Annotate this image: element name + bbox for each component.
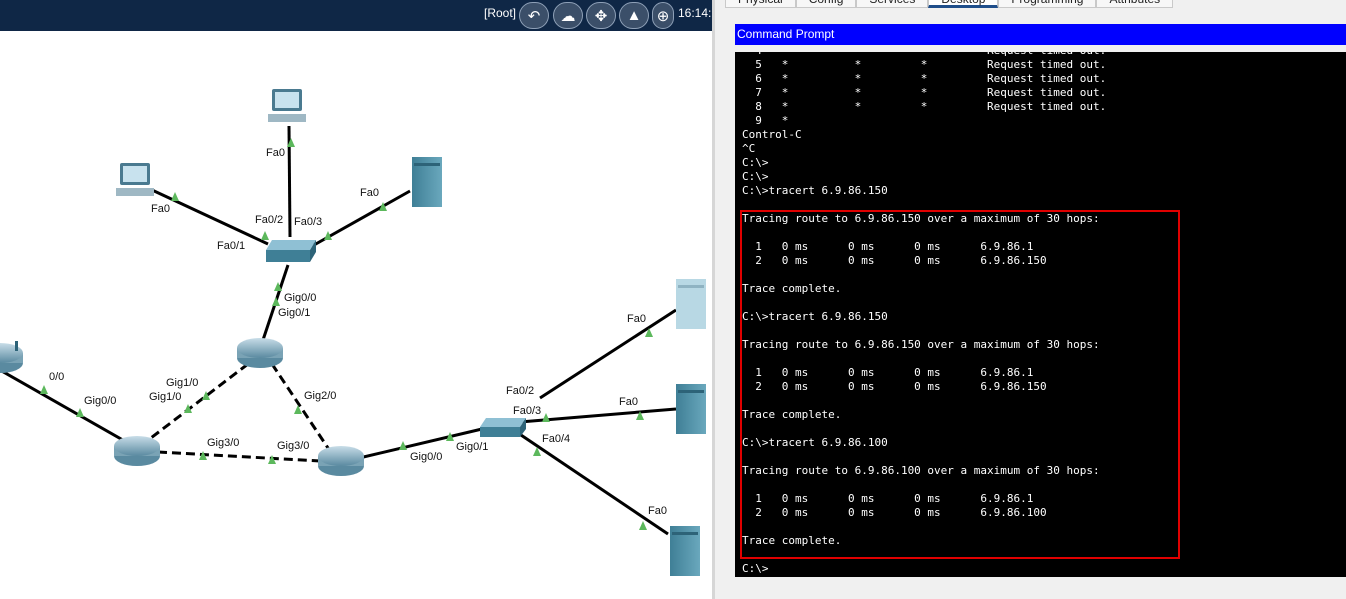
console-line: C:\>tracert 6.9.86.150	[742, 184, 888, 197]
console-line: Trace complete.	[742, 282, 842, 295]
switch-2-icon[interactable]	[478, 415, 528, 441]
port-label: Fa0	[151, 203, 170, 215]
router-left-partial-icon[interactable]	[0, 341, 25, 377]
port-label: Gig0/1	[456, 441, 489, 453]
clock-display: 16:14:	[678, 6, 712, 20]
console-line: 1 0 ms 0 ms 0 ms 6.9.86.1	[742, 240, 1034, 253]
port-label: Fa0/1	[217, 240, 246, 252]
device-tabs: Physical Config Services Desktop Program…	[725, 0, 1174, 8]
port-label: Gig2/0	[304, 390, 337, 402]
console-line: Tracing route to 6.9.86.150 over a maxim…	[742, 338, 1100, 351]
port-label: Fa0	[266, 147, 285, 159]
console-line: 1 0 ms 0 ms 0 ms 6.9.86.1	[742, 492, 1034, 505]
router-1-icon[interactable]	[235, 336, 285, 370]
console-line: 9 *	[742, 114, 789, 127]
command-prompt-title: Command Prompt	[735, 24, 1346, 45]
port-label: Gig0/0	[284, 292, 317, 304]
port-label: Gig3/0	[277, 440, 310, 452]
pc-left-icon[interactable]	[116, 161, 156, 199]
port-label: Fa0	[619, 396, 638, 408]
console-line: C:\>	[742, 170, 769, 183]
port-label: Fa0	[627, 313, 646, 325]
router-3-icon[interactable]	[112, 434, 162, 468]
port-label: Gig0/1	[278, 307, 311, 319]
console-line: 2 0 ms 0 ms 0 ms 6.9.86.150	[742, 254, 1047, 267]
tab-physical[interactable]: Physical	[725, 0, 796, 8]
console-line: 5 * * * Request timed out.	[742, 58, 1107, 71]
tab-attributes[interactable]: Attributes	[1096, 0, 1174, 8]
console-line: 6 * * * Request timed out.	[742, 72, 1107, 85]
server-right-1-icon[interactable]	[674, 277, 708, 331]
move-icon[interactable]: ✥	[586, 2, 616, 29]
switch-1-icon[interactable]	[264, 236, 318, 266]
port-label: Gig1/0	[166, 377, 199, 389]
cloud-add-icon[interactable]: ☁	[553, 2, 583, 29]
port-label: Fa0/3	[513, 405, 542, 417]
port-label: Gig0/0	[410, 451, 443, 463]
server-right-2-icon[interactable]	[674, 382, 708, 436]
port-label: Fa0/2	[255, 214, 284, 226]
tab-config[interactable]: Config	[795, 0, 857, 8]
console-line: C:\>	[742, 562, 769, 575]
tab-programming[interactable]: Programming	[998, 0, 1097, 8]
server-top-icon[interactable]	[410, 155, 444, 209]
command-prompt-output[interactable]: 4 * * * Request timed out. 5 * * * Reque…	[735, 52, 1346, 577]
console-line: Tracing route to 6.9.86.100 over a maxim…	[742, 464, 1100, 477]
port-label: Fa0	[360, 187, 379, 199]
port-label: Gig0/0	[84, 395, 117, 407]
server-right-3-icon[interactable]	[668, 524, 702, 578]
topology-links	[0, 125, 677, 536]
landscape-icon[interactable]: ▲	[619, 2, 649, 29]
console-line: 8 * * * Request timed out.	[742, 100, 1107, 113]
port-label: Fa0	[648, 505, 667, 517]
tab-services[interactable]: Services	[856, 0, 929, 8]
back-arrow-icon[interactable]: ↶	[519, 2, 549, 29]
console-line: Control-C	[742, 128, 802, 141]
globe-icon[interactable]: ⊕	[652, 2, 674, 29]
console-line: 7 * * * Request timed out.	[742, 86, 1107, 99]
port-label: Gig3/0	[207, 437, 240, 449]
tab-desktop[interactable]: Desktop	[928, 0, 999, 8]
console-line: 2 0 ms 0 ms 0 ms 6.9.86.150	[742, 380, 1047, 393]
topology-canvas[interactable]: Fa0 Fa0 Fa0 Fa0/2 Fa0/3 Fa0/1 Gig0/0 Gig…	[0, 31, 712, 599]
router-2-icon[interactable]	[316, 444, 366, 478]
console-line: Trace complete.	[742, 408, 842, 421]
device-window: Physical Config Services Desktop Program…	[715, 0, 1346, 599]
port-label: Fa0/3	[294, 216, 323, 228]
pc-top-icon[interactable]	[268, 87, 308, 125]
workspace-toolbar: [Root] ↶ ☁ ✥ ▲ ⊕ 16:14:	[0, 0, 712, 31]
console-line: ^C	[742, 142, 756, 155]
root-label: [Root]	[484, 6, 517, 20]
port-label: Fa0/4	[542, 433, 571, 445]
port-label: Gig1/0	[149, 391, 182, 403]
console-line: 1 0 ms 0 ms 0 ms 6.9.86.1	[742, 366, 1034, 379]
port-label: 0/0	[49, 371, 65, 383]
console-line: C:\>tracert 6.9.86.100	[742, 436, 888, 449]
console-line: Tracing route to 6.9.86.150 over a maxim…	[742, 212, 1100, 225]
console-line: 2 0 ms 0 ms 0 ms 6.9.86.100	[742, 506, 1047, 519]
console-line: C:\>tracert 6.9.86.150	[742, 310, 888, 323]
console-line: Trace complete.	[742, 534, 842, 547]
port-label: Fa0/2	[506, 385, 535, 397]
console-line: C:\>	[742, 156, 769, 169]
